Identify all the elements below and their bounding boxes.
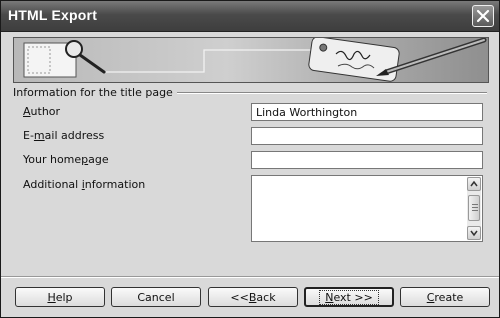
scroll-up-button[interactable] xyxy=(467,177,481,191)
wizard-banner xyxy=(13,37,489,83)
tag-pen-illustration xyxy=(308,38,487,82)
window-title: HTML Export xyxy=(8,7,98,23)
create-button[interactable]: Create xyxy=(400,287,490,307)
next-button-focus: Next >> xyxy=(319,289,379,305)
email-label: E-mail address xyxy=(23,129,105,142)
banner-illustration xyxy=(23,38,487,82)
homepage-label: Your homepage xyxy=(23,153,109,166)
group-label: Information for the title page xyxy=(13,86,177,99)
next-button[interactable]: Next >> xyxy=(304,287,394,307)
group-divider xyxy=(177,92,487,94)
help-button[interactable]: Help xyxy=(15,287,105,307)
cancel-button[interactable]: Cancel xyxy=(111,287,201,307)
scroll-down-button[interactable] xyxy=(467,226,481,240)
author-label: Author xyxy=(23,105,61,118)
email-input[interactable] xyxy=(251,127,483,145)
additional-info-label: Additional information xyxy=(23,178,146,191)
title-bar[interactable]: HTML Export xyxy=(1,1,499,32)
scroll-thumb[interactable] xyxy=(468,195,480,221)
magnifier-document-illustration xyxy=(23,40,106,78)
chevron-up-icon xyxy=(470,180,478,187)
close-icon xyxy=(476,9,490,23)
back-button[interactable]: << Back xyxy=(208,287,298,307)
additional-info-textarea[interactable] xyxy=(251,175,483,242)
close-button[interactable] xyxy=(472,5,494,27)
button-separator xyxy=(1,276,499,278)
html-export-dialog: HTML Export Information for the title pa… xyxy=(0,0,500,318)
author-input[interactable]: Linda Worthington xyxy=(251,103,483,121)
vertical-scrollbar[interactable] xyxy=(467,177,481,240)
homepage-input[interactable] xyxy=(251,151,483,169)
chevron-down-icon xyxy=(470,230,478,237)
